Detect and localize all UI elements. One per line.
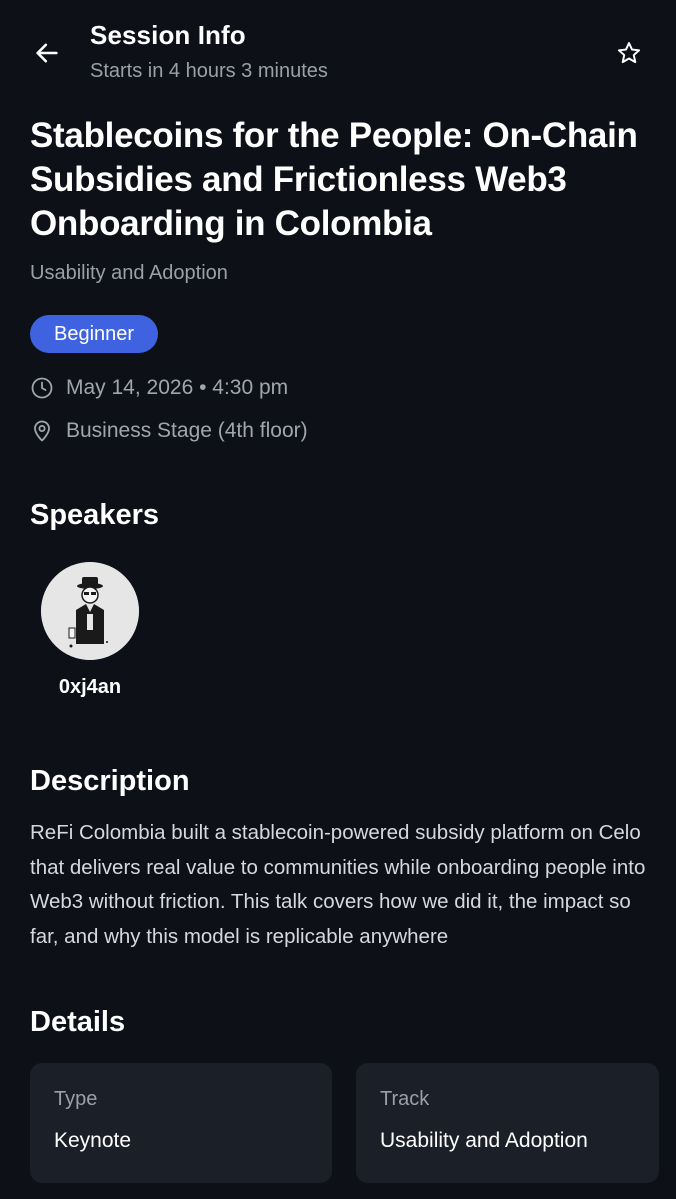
track-value: Usability and Adoption bbox=[380, 1129, 588, 1152]
back-button[interactable] bbox=[30, 36, 64, 70]
favorite-button[interactable] bbox=[614, 38, 644, 68]
speakers-heading: Speakers bbox=[30, 499, 159, 531]
detail-card-type: Type Keynote bbox=[30, 1063, 332, 1183]
track-label: Track bbox=[380, 1088, 430, 1110]
countdown-text: Starts in 4 hours 3 minutes bbox=[90, 60, 328, 82]
session-location: Business Stage (4th floor) bbox=[30, 419, 308, 443]
page-title: Session Info bbox=[90, 20, 246, 50]
datetime-text: May 14, 2026 • 4:30 pm bbox=[66, 376, 289, 399]
type-label: Type bbox=[54, 1088, 98, 1110]
session-info-page: Session Info Starts in 4 hours 3 minutes… bbox=[0, 0, 676, 1199]
session-title: Stablecoins for the People: On-Chain Sub… bbox=[30, 116, 638, 243]
speaker-name: 0xj4an bbox=[58, 676, 122, 698]
details-heading: Details bbox=[30, 1006, 126, 1038]
arrow-left-icon bbox=[36, 43, 58, 63]
session-datetime: May 14, 2026 • 4:30 pm bbox=[30, 376, 288, 400]
description-heading: Description bbox=[30, 765, 190, 797]
location-text: Business Stage (4th floor) bbox=[66, 419, 308, 442]
type-value: Keynote bbox=[54, 1129, 132, 1152]
session-track: Usability and Adoption bbox=[30, 262, 228, 284]
description-text: ReFi Colombia built a stablecoin-powered… bbox=[30, 821, 646, 948]
detail-card-track: Track Usability and Adoption bbox=[356, 1063, 659, 1183]
speaker-card[interactable]: 0xj4an bbox=[41, 562, 139, 699]
star-outline-icon bbox=[617, 42, 641, 64]
level-badge: Beginner bbox=[30, 315, 159, 353]
clock-icon bbox=[30, 376, 54, 400]
location-pin-icon bbox=[30, 419, 54, 443]
avatar bbox=[41, 562, 139, 660]
top-bar: Session Info Starts in 4 hours 3 minutes bbox=[0, 0, 676, 100]
